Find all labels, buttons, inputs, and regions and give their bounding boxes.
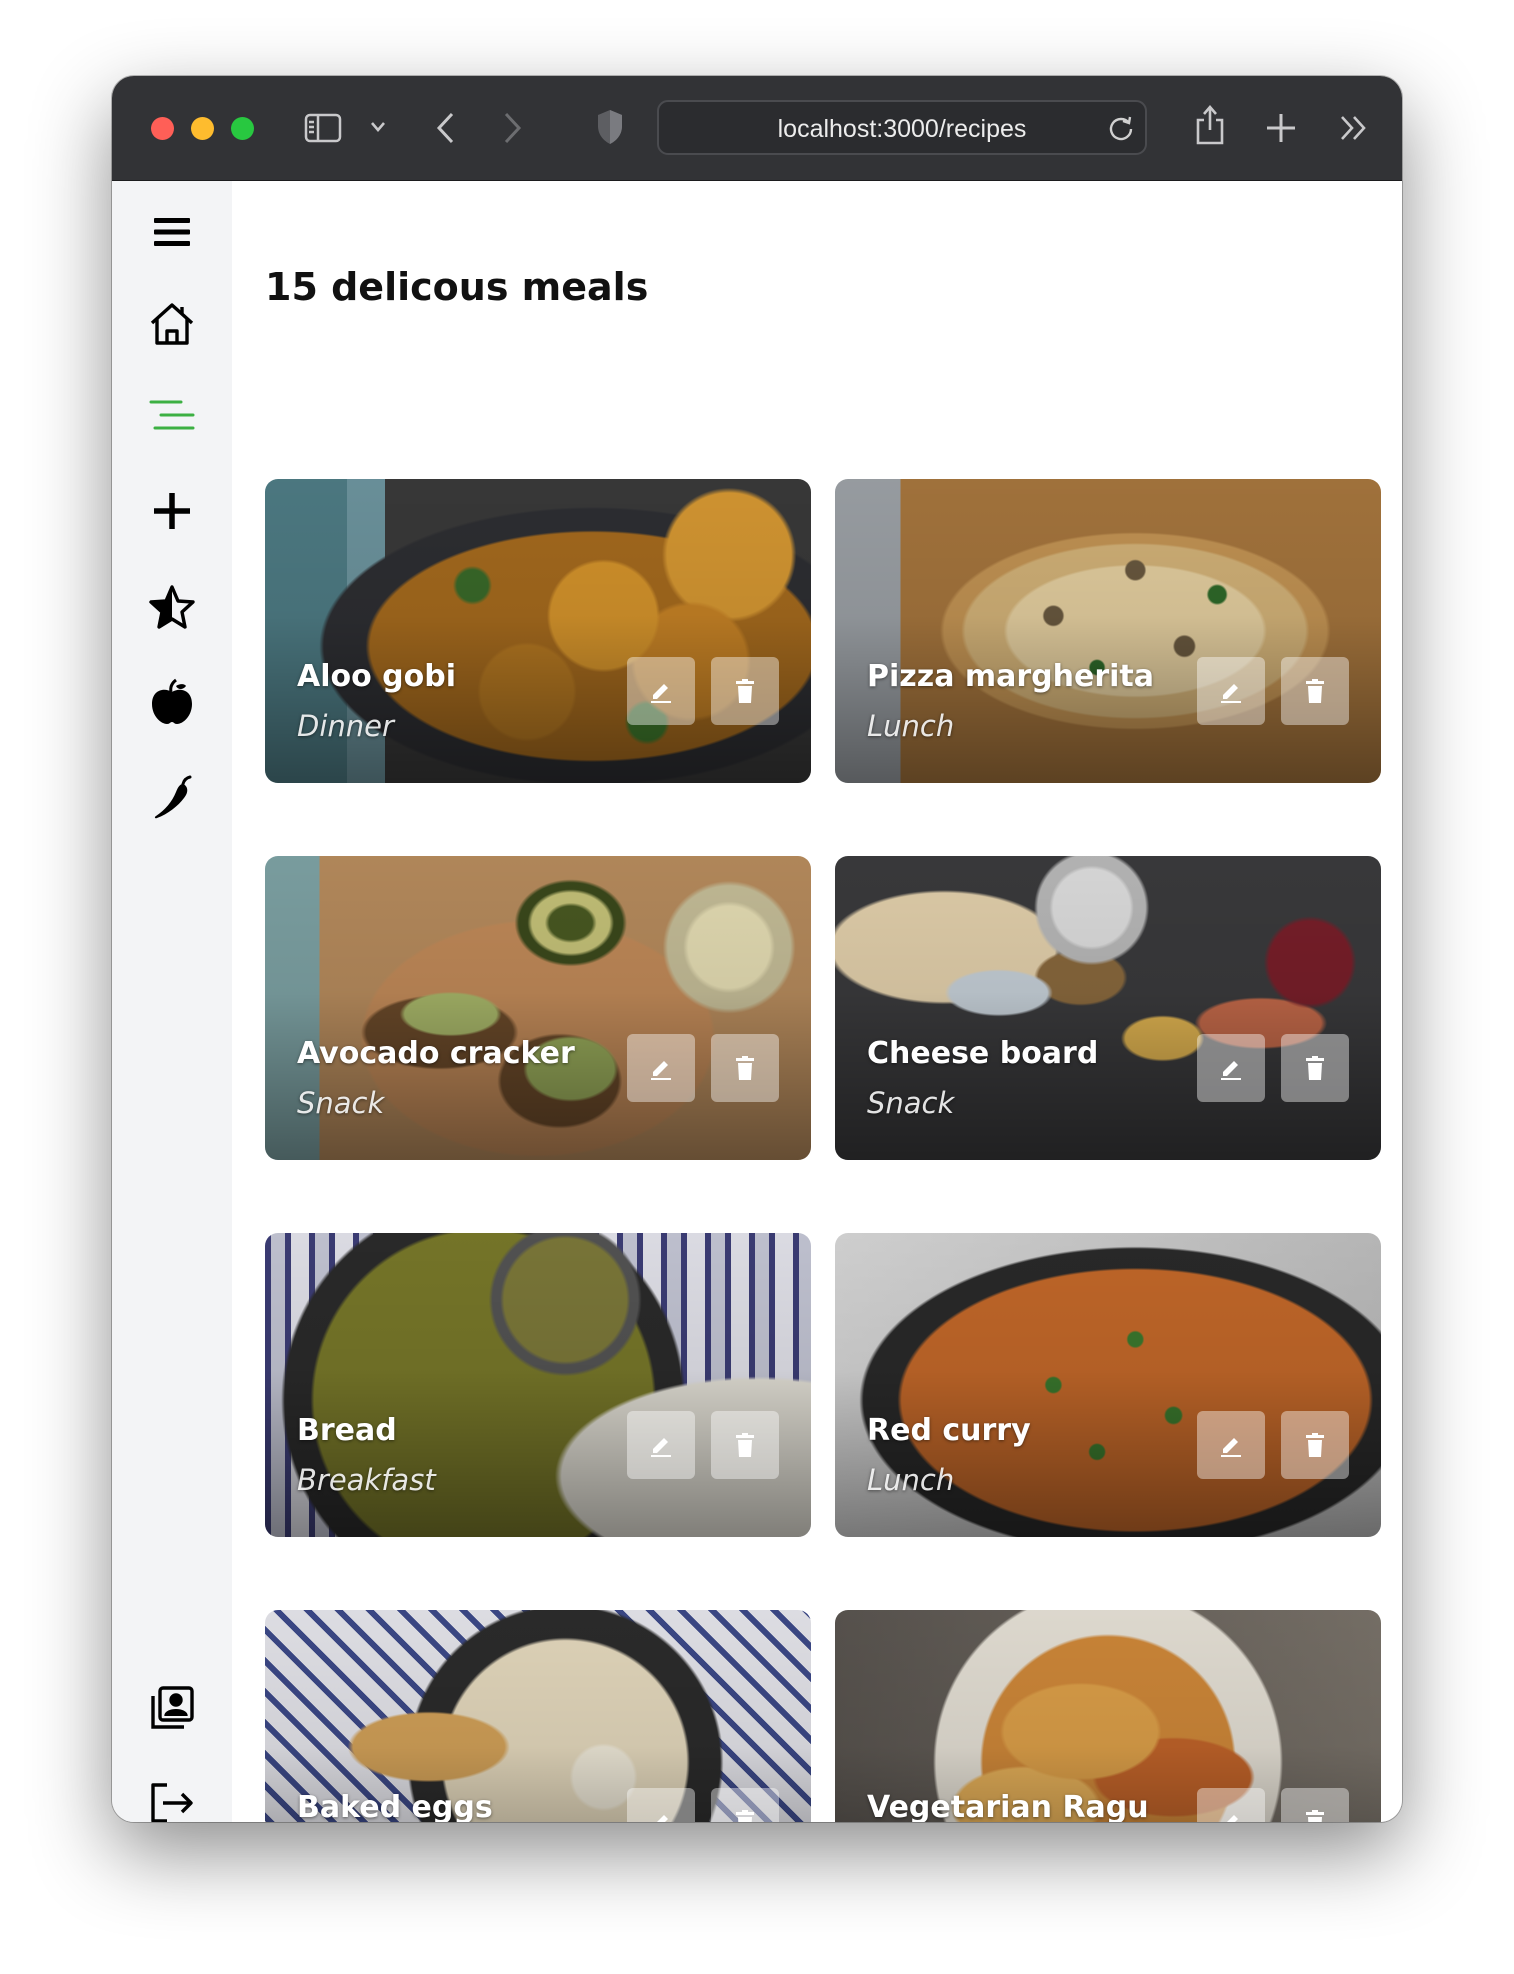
edit-button[interactable] bbox=[1197, 1034, 1265, 1102]
recipe-name: Cheese board bbox=[867, 1036, 1099, 1071]
pencil-icon bbox=[648, 678, 674, 704]
address-bar[interactable]: localhost:3000/recipes bbox=[657, 100, 1147, 155]
browser-window: localhost:3000/recipes 15 delicous meals… bbox=[112, 76, 1402, 1822]
recipe-card-avocado-cracker[interactable]: Avocado cracker Snack bbox=[265, 856, 811, 1160]
delete-button[interactable] bbox=[1281, 657, 1349, 725]
delete-button[interactable] bbox=[711, 657, 779, 725]
plus-icon[interactable] bbox=[148, 487, 196, 535]
recipe-card-cheese-board[interactable]: Cheese board Snack bbox=[835, 856, 1381, 1160]
edit-button[interactable] bbox=[1197, 1788, 1265, 1822]
pencil-icon bbox=[1218, 678, 1244, 704]
edit-button[interactable] bbox=[627, 657, 695, 725]
contact-book-icon[interactable] bbox=[148, 1684, 196, 1732]
home-icon[interactable] bbox=[148, 300, 196, 348]
recipe-name: Vegetarian Ragu bbox=[867, 1790, 1149, 1822]
recipe-card-pizza-margherita[interactable]: Pizza margherita Lunch bbox=[835, 479, 1381, 783]
url-text: localhost:3000/recipes bbox=[777, 115, 1027, 143]
new-tab-icon[interactable] bbox=[1265, 112, 1297, 144]
delete-button[interactable] bbox=[1281, 1411, 1349, 1479]
shield-icon[interactable] bbox=[596, 108, 624, 146]
sidebar-toggle-icon[interactable] bbox=[304, 112, 342, 144]
recipe-card-baked-eggs[interactable]: Baked eggs bbox=[265, 1610, 811, 1822]
star-icon[interactable] bbox=[148, 583, 196, 631]
recipe-card-bread[interactable]: Bread Breakfast bbox=[265, 1233, 811, 1537]
recipe-card-aloo-gobi[interactable]: Aloo gobi Dinner bbox=[265, 479, 811, 783]
apple-icon[interactable] bbox=[148, 678, 196, 726]
recipe-name: Red curry bbox=[867, 1413, 1031, 1448]
trash-icon bbox=[734, 1432, 756, 1458]
close-window-button[interactable] bbox=[151, 117, 174, 140]
delete-button[interactable] bbox=[711, 1788, 779, 1822]
pencil-icon bbox=[1218, 1055, 1244, 1081]
main-content: 15 delicous meals Aloo gobi Dinner Pizza… bbox=[232, 181, 1402, 1822]
recipe-name: Pizza margherita bbox=[867, 659, 1155, 694]
recipe-name: Aloo gobi bbox=[297, 659, 457, 694]
minimize-window-button[interactable] bbox=[191, 117, 214, 140]
browser-toolbar: localhost:3000/recipes bbox=[112, 76, 1402, 181]
pencil-icon bbox=[1218, 1432, 1244, 1458]
recipe-meal-type: Snack bbox=[867, 1086, 955, 1120]
recipe-name: Bread bbox=[297, 1413, 397, 1448]
edit-button[interactable] bbox=[627, 1411, 695, 1479]
trash-icon bbox=[1304, 678, 1326, 704]
trash-icon bbox=[734, 1055, 756, 1081]
delete-button[interactable] bbox=[1281, 1034, 1349, 1102]
recipe-meal-type: Breakfast bbox=[297, 1463, 436, 1497]
more-tabs-icon[interactable] bbox=[1338, 114, 1370, 142]
chili-icon[interactable] bbox=[148, 774, 196, 822]
delete-button[interactable] bbox=[711, 1034, 779, 1102]
chevron-down-icon[interactable] bbox=[370, 120, 386, 134]
forward-icon[interactable] bbox=[502, 110, 524, 146]
recipe-name: Baked eggs bbox=[297, 1790, 493, 1822]
recipe-meal-type: Snack bbox=[297, 1086, 385, 1120]
logout-icon[interactable] bbox=[148, 1779, 196, 1822]
pencil-icon bbox=[648, 1809, 674, 1822]
recipe-meal-type: Lunch bbox=[867, 1463, 955, 1497]
recipe-card-vegetarian-ragu[interactable]: Vegetarian Ragu bbox=[835, 1610, 1381, 1822]
trash-icon bbox=[1304, 1055, 1326, 1081]
edit-button[interactable] bbox=[1197, 657, 1265, 725]
pencil-icon bbox=[648, 1055, 674, 1081]
reload-icon[interactable] bbox=[1107, 114, 1135, 146]
recipe-meal-type: Lunch bbox=[867, 709, 955, 743]
trash-icon bbox=[734, 678, 756, 704]
recipe-meal-type: Dinner bbox=[297, 709, 394, 743]
pencil-icon bbox=[1218, 1809, 1244, 1822]
edit-button[interactable] bbox=[627, 1034, 695, 1102]
back-icon[interactable] bbox=[434, 110, 456, 146]
pencil-icon bbox=[648, 1432, 674, 1458]
recipe-card-red-curry[interactable]: Red curry Lunch bbox=[835, 1233, 1381, 1537]
list-icon[interactable] bbox=[148, 391, 196, 439]
delete-button[interactable] bbox=[1281, 1788, 1349, 1822]
hamburger-menu-icon[interactable] bbox=[148, 208, 196, 256]
recipe-name: Avocado cracker bbox=[297, 1036, 575, 1071]
edit-button[interactable] bbox=[1197, 1411, 1265, 1479]
maximize-window-button[interactable] bbox=[231, 117, 254, 140]
delete-button[interactable] bbox=[711, 1411, 779, 1479]
trash-icon bbox=[1304, 1809, 1326, 1822]
share-icon[interactable] bbox=[1194, 104, 1226, 146]
trash-icon bbox=[734, 1809, 756, 1822]
trash-icon bbox=[1304, 1432, 1326, 1458]
sidebar bbox=[112, 181, 232, 1822]
edit-button[interactable] bbox=[627, 1788, 695, 1822]
page-title: 15 delicous meals bbox=[265, 265, 649, 309]
